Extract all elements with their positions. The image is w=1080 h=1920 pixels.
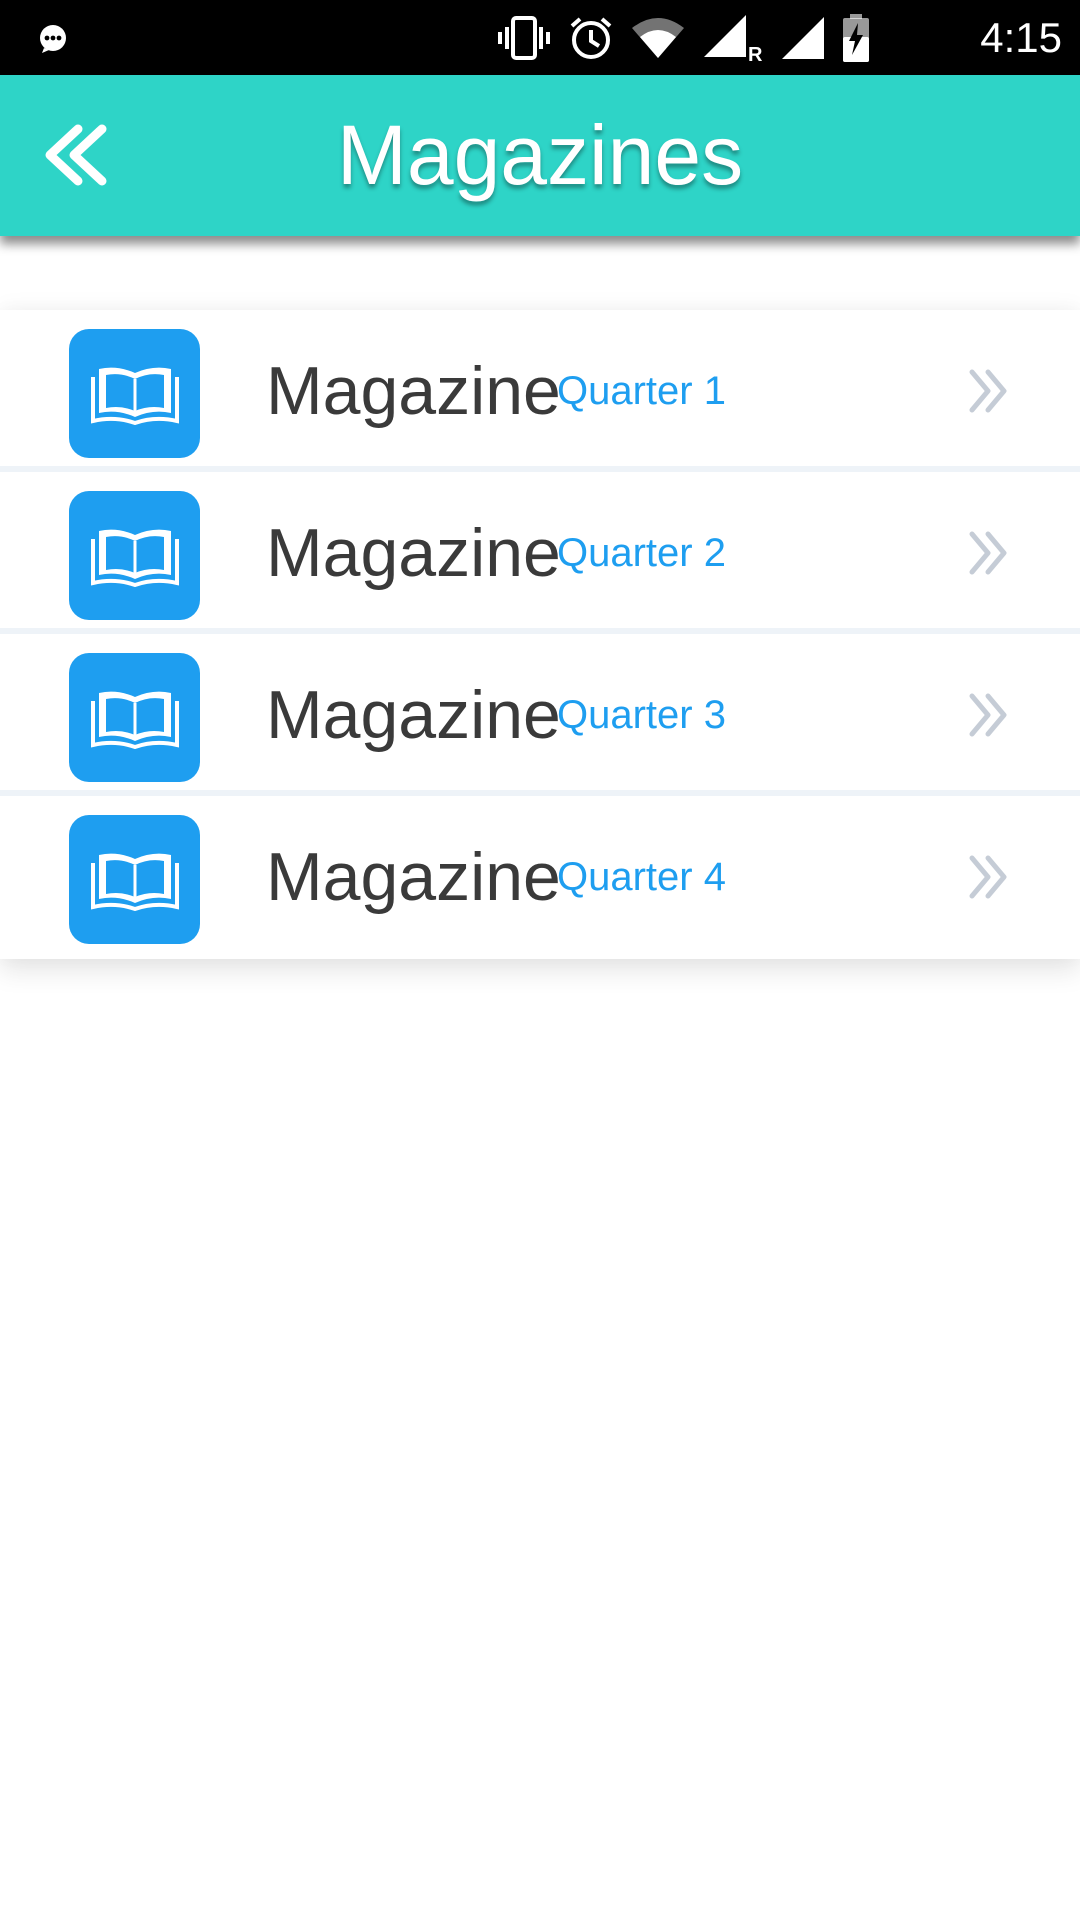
- double-chevron-right-icon: [969, 855, 1007, 899]
- double-chevron-right-icon: [969, 369, 1007, 413]
- list-item[interactable]: Magazine Quarter 3: [0, 634, 1080, 796]
- double-chevron-right-icon: [969, 693, 1007, 737]
- status-icons: R: [480, 13, 870, 63]
- open-book-icon: [69, 329, 200, 458]
- item-subtitle: Quarter 4: [557, 855, 726, 899]
- signal-icon: [782, 17, 824, 59]
- battery-charging-icon: [843, 14, 869, 62]
- list-item[interactable]: Magazine Quarter 4: [0, 796, 1080, 959]
- back-button[interactable]: [36, 115, 116, 195]
- item-subtitle: Quarter 2: [557, 531, 726, 575]
- status-bar: R 4:15: [0, 0, 1080, 75]
- page-title: Magazines: [336, 108, 744, 202]
- item-subtitle: Quarter 1: [557, 369, 726, 413]
- app-header: Magazines: [0, 75, 1080, 236]
- magazine-list: Magazine Quarter 1 Magazine Quarter 2 Ma…: [0, 310, 1080, 959]
- item-title: Magazine: [266, 353, 561, 429]
- double-chevron-left-icon: [45, 124, 107, 186]
- item-title: Magazine: [266, 839, 561, 915]
- list-item[interactable]: Magazine Quarter 2: [0, 472, 1080, 634]
- item-title: Magazine: [266, 677, 561, 753]
- svg-text:R: R: [748, 44, 763, 63]
- item-title: Magazine: [266, 515, 561, 591]
- open-book-icon: [69, 653, 200, 782]
- list-item[interactable]: Magazine Quarter 1: [0, 310, 1080, 472]
- double-chevron-right-icon: [969, 531, 1007, 575]
- open-book-icon: [69, 815, 200, 944]
- open-book-icon: [69, 491, 200, 620]
- item-subtitle: Quarter 3: [557, 693, 726, 737]
- status-time: 4:15: [980, 14, 1062, 61]
- wifi-icon: [632, 18, 684, 58]
- alarm-icon: [570, 17, 612, 59]
- vibrate-icon: [498, 16, 550, 60]
- chat-bubble-icon: [40, 25, 66, 53]
- signal-r-icon: R: [704, 15, 763, 63]
